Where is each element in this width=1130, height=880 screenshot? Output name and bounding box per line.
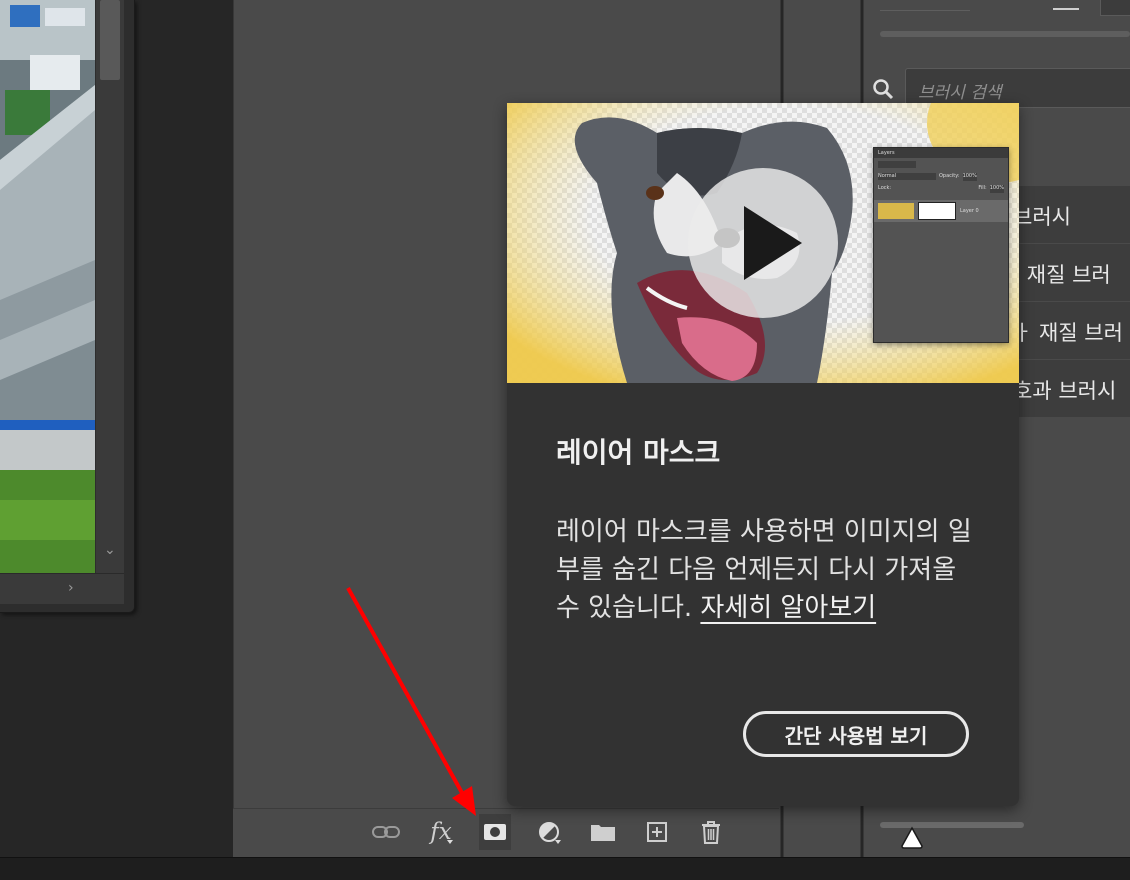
folder-icon [591, 825, 615, 841]
new-layer-icon [647, 822, 667, 842]
trash-icon [702, 821, 720, 844]
mini-filter-row [874, 158, 1008, 172]
brush-size-header [880, 0, 970, 11]
document-horizontal-scrollbar[interactable] [0, 573, 124, 604]
brush-search-input[interactable]: 브러시 검색 [905, 68, 1130, 108]
adjustment-layer-button[interactable] [533, 814, 565, 850]
popup-description: 레이어 마스크를 사용하면 이미지의 일부를 숨긴 다음 언제든지 다시 가져올… [556, 513, 976, 627]
delete-layer-button[interactable] [695, 814, 727, 850]
brush-header-icon[interactable] [1053, 0, 1079, 10]
popup-title: 레이어 마스크 [556, 436, 721, 469]
new-group-button[interactable] [587, 814, 619, 850]
document-vertical-scrollbar[interactable] [96, 0, 124, 573]
document-canvas-image[interactable] [0, 0, 95, 573]
brush-size-slider[interactable] [880, 31, 1130, 37]
mask-icon [484, 824, 506, 840]
status-bar [0, 857, 1130, 880]
mini-lock-row: Lock: Fill: 100% [878, 185, 1004, 193]
layer-mask-help-popup: Layers Normal Opacity: 100% Lock: Fill: … [507, 103, 1019, 806]
video-thumbnail[interactable]: Layers Normal Opacity: 100% Lock: Fill: … [507, 103, 1019, 383]
document-scroll-thumb[interactable] [100, 0, 120, 80]
search-icon [872, 78, 894, 104]
layers-panel-preview: Layers Normal Opacity: 100% Lock: Fill: … [873, 147, 1009, 343]
learn-more-link[interactable]: 자세히 알아보기 [700, 593, 876, 623]
document-window: ⌄ › [0, 0, 135, 613]
annotation-arrow [346, 587, 476, 816]
link-icon [372, 826, 400, 838]
play-icon [744, 206, 802, 280]
new-layer-button[interactable] [641, 814, 673, 850]
mini-layers-tab: Layers [874, 148, 1008, 158]
slider-handle[interactable] [900, 826, 924, 854]
dropdown-indicator [555, 840, 561, 844]
view-tutorial-button[interactable]: 간단 사용법 보기 [743, 711, 969, 757]
mini-blend-row: Normal Opacity: 100% [878, 173, 977, 181]
chevron-right-icon[interactable]: › [68, 580, 74, 596]
mini-layer-row: Layer 0 [874, 200, 1008, 222]
dropdown-indicator [447, 840, 453, 844]
chevron-down-icon[interactable]: ⌄ [104, 542, 116, 558]
brush-search-placeholder: 브러시 검색 [918, 83, 1002, 103]
brush-header-field[interactable] [1100, 0, 1130, 16]
